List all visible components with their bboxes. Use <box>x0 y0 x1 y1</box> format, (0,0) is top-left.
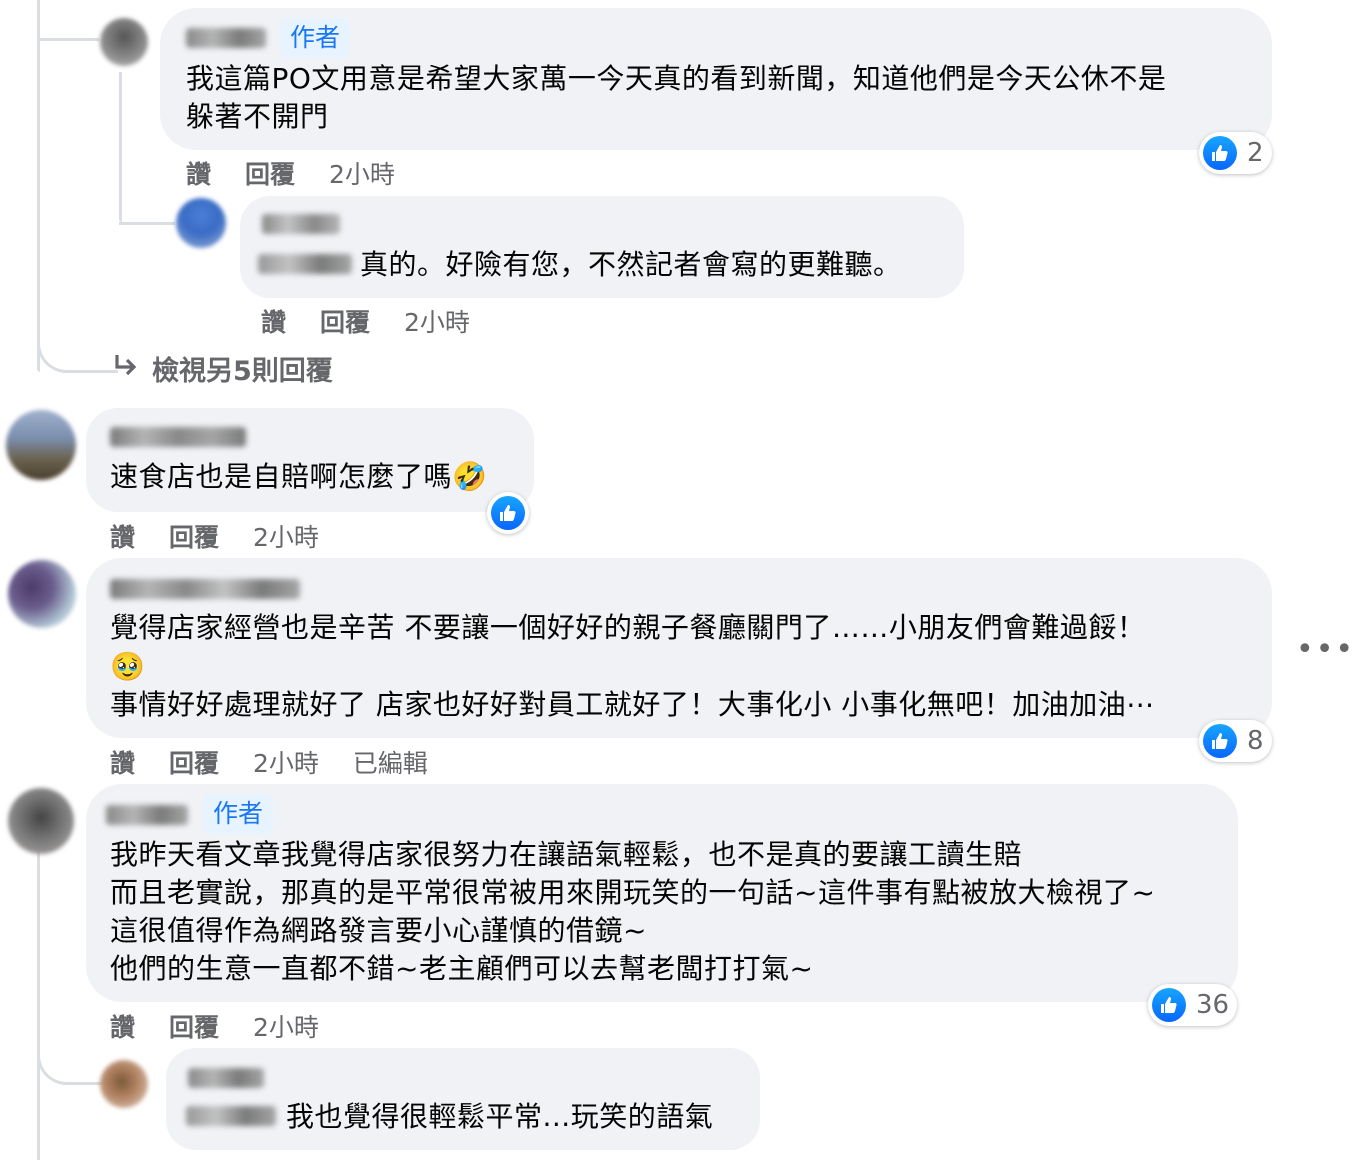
comment-text-line: 而且老實說，那真的是平常很常被用來開玩笑的一句話~這件事有點被放大檢視了~ <box>110 876 1156 909</box>
tagged-name[interactable] <box>186 1106 276 1126</box>
like-button[interactable]: 讚 <box>110 744 135 780</box>
reaction-number: 36 <box>1196 990 1230 1020</box>
comment-actions: 讚 回覆 2小時 <box>110 1008 345 1044</box>
comment-text: 我也覺得很輕鬆平常...玩笑的語氣 <box>286 1100 714 1133</box>
avatar[interactable] <box>176 198 226 248</box>
comment-text-line: 我這篇PO文用意是希望大家萬一今天真的看到新聞，知道他們是今天公休不是 <box>186 62 1167 95</box>
like-button[interactable]: 讚 <box>110 518 135 554</box>
timestamp[interactable]: 2小時 <box>253 1008 319 1044</box>
avatar[interactable] <box>8 560 76 628</box>
comment-text: 速食店也是自賠啊怎麼了嗎🤣 <box>110 458 487 496</box>
thread-line-sub <box>119 72 122 222</box>
thread-line-main <box>37 0 40 372</box>
author-name[interactable] <box>110 427 246 447</box>
author-badge: 作者 <box>280 18 351 58</box>
thread-line-corner <box>37 322 118 373</box>
timestamp[interactable]: 2小時 <box>404 303 470 339</box>
reply-button[interactable]: 回覆 <box>169 1008 219 1044</box>
reaction-count[interactable]: 2 <box>1199 132 1272 174</box>
comment-actions: 讚 回覆 2小時 <box>110 518 345 554</box>
reaction-count[interactable] <box>487 492 529 534</box>
avatar[interactable] <box>100 1060 148 1108</box>
like-thumb-icon <box>1152 988 1186 1022</box>
comment-actions: 讚 回覆 2小時 <box>186 155 421 191</box>
timestamp[interactable]: 2小時 <box>253 518 319 554</box>
comment-actions: 讚 回覆 2小時 已編輯 <box>110 744 454 780</box>
comment-text-line: 事情好好處理就好了 店家也好好對員工就好了！大事化小 小事化無吧！加油加油⋯ <box>110 688 1155 721</box>
author-name[interactable] <box>188 1068 264 1088</box>
view-more-replies-link[interactable]: 檢視另5則回覆 <box>152 349 333 388</box>
like-button[interactable]: 讚 <box>110 1008 135 1044</box>
like-thumb-icon <box>1203 724 1237 758</box>
comment-text-line: 覺得店家經營也是辛苦 不要讓一個好好的親子餐廳關門了……小朋友們會難過餒！ <box>110 611 1146 644</box>
rofl-emoji: 🤣 <box>452 460 488 493</box>
author-name[interactable] <box>110 579 300 599</box>
timestamp[interactable]: 2小時 <box>329 155 395 191</box>
reply-button[interactable]: 回覆 <box>245 155 295 191</box>
comment-text-line: 躲著不開門 <box>186 100 329 133</box>
reply-button[interactable]: 回覆 <box>169 744 219 780</box>
thread-line-sub-branch <box>119 222 175 225</box>
reply-button[interactable]: 回覆 <box>169 518 219 554</box>
like-button[interactable]: 讚 <box>261 303 286 339</box>
comment-text: 真的。好險有您，不然記者會寫的更難聽。 <box>360 248 902 281</box>
reaction-count[interactable]: 36 <box>1148 984 1238 1026</box>
more-options-icon[interactable]: ••• <box>1296 632 1355 667</box>
reaction-number: 2 <box>1247 138 1264 168</box>
thread-line-lower <box>37 840 40 1160</box>
author-name[interactable] <box>186 28 266 48</box>
reaction-count[interactable]: 8 <box>1199 720 1272 762</box>
reaction-number: 8 <box>1247 726 1264 756</box>
like-button[interactable]: 讚 <box>186 155 211 191</box>
timestamp[interactable]: 2小時 <box>253 744 319 780</box>
thread-line-lower-corner <box>37 1040 102 1085</box>
tagged-name[interactable] <box>258 254 352 274</box>
author-badge: 作者 <box>203 794 274 834</box>
comment-text-line: 這很值得作為網路發言要小心謹慎的借鏡~ <box>110 914 647 947</box>
reply-arrow-icon <box>112 352 140 384</box>
comment-text-line: 他們的生意一直都不錯~老主顧們可以去幫老闆打打氣~ <box>110 952 814 985</box>
comment-text-body: 速食店也是自賠啊怎麼了嗎 <box>110 460 453 493</box>
comment-actions: 讚 回覆 2小時 <box>261 303 496 339</box>
reply-button[interactable]: 回覆 <box>320 303 370 339</box>
thread-line-branch <box>37 38 99 41</box>
avatar[interactable] <box>100 18 148 66</box>
avatar[interactable] <box>6 410 76 480</box>
author-name[interactable] <box>106 805 188 825</box>
like-thumb-icon <box>491 496 525 530</box>
like-thumb-icon <box>1203 136 1237 170</box>
edited-label: 已編輯 <box>352 749 428 778</box>
avatar[interactable] <box>8 788 74 854</box>
comment-text-line: 我昨天看文章我覺得店家很努力在讓語氣輕鬆，也不是真的要讓工讀生賠 <box>110 838 1023 871</box>
author-name[interactable] <box>262 214 340 234</box>
pleading-emoji: 🥹 <box>110 650 146 683</box>
